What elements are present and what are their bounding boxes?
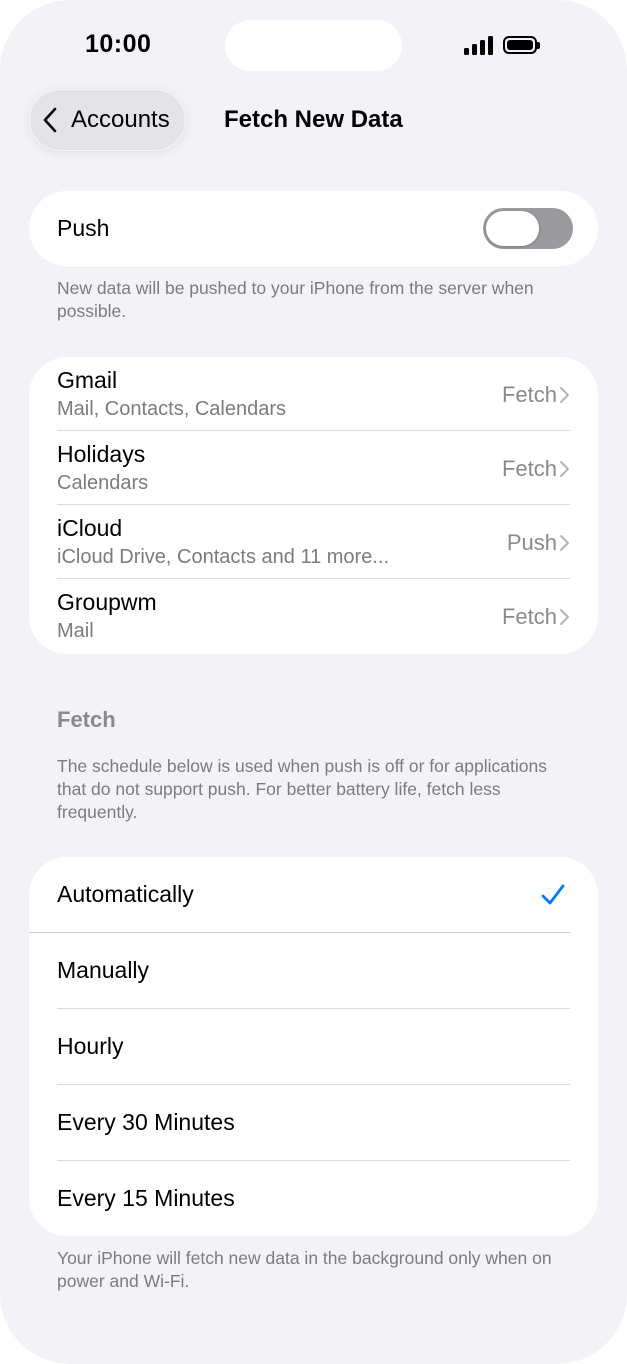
chevron-right-icon xyxy=(560,609,569,625)
account-name: Holidays xyxy=(57,441,146,467)
push-label: Push xyxy=(57,215,110,241)
settings-screen: 10:00 Accounts Fetch New Data Push New d… xyxy=(0,0,627,1364)
schedule-option-label: Automatically xyxy=(57,881,194,907)
account-row-gmail[interactable]: Gmail Mail, Contacts, Calendars Fetch xyxy=(29,357,598,431)
account-mode-label: Fetch xyxy=(501,382,557,407)
schedule-option-every-30-minutes[interactable]: Every 30 Minutes xyxy=(29,1085,598,1161)
push-card: Push xyxy=(29,191,598,266)
push-toggle-knob xyxy=(486,211,539,246)
account-name: Gmail xyxy=(57,367,118,393)
schedule-option-label: Hourly xyxy=(57,1033,124,1059)
schedule-option-automatically[interactable]: Automatically xyxy=(29,857,598,933)
account-fetch-mode: Fetch xyxy=(502,456,570,482)
account-services: Mail, Contacts, Calendars xyxy=(57,398,286,420)
account-row-holidays[interactable]: Holidays Calendars Fetch xyxy=(29,431,598,505)
dynamic-island xyxy=(225,20,402,71)
account-name: Groupwm xyxy=(57,589,157,615)
back-button[interactable]: Accounts xyxy=(29,89,186,151)
fetch-description: The schedule below is used when push is … xyxy=(57,756,547,822)
account-services: iCloud Drive, Contacts and 11 more... xyxy=(57,546,390,568)
account-services: Mail xyxy=(57,620,94,642)
fetch-footer: Your iPhone will fetch new data in the b… xyxy=(57,1248,552,1291)
schedule-option-label: Manually xyxy=(57,957,150,983)
push-toggle[interactable] xyxy=(483,208,573,249)
schedule-option-every-15-minutes[interactable]: Every 15 Minutes xyxy=(29,1161,598,1236)
schedule-option-label: Every 30 Minutes xyxy=(57,1109,235,1135)
accounts-list: Gmail Mail, Contacts, Calendars Fetch Ho… xyxy=(29,357,598,654)
account-fetch-mode: Fetch xyxy=(502,604,570,630)
fetch-section-header: Fetch xyxy=(57,707,116,732)
account-row-icloud[interactable]: iCloud iCloud Drive, Contacts and 11 mor… xyxy=(29,505,598,579)
account-mode-label: Fetch xyxy=(501,604,557,629)
fetch-schedule-list: Automatically Manually Hourly Every 30 M… xyxy=(29,857,598,1236)
account-row-groupwm[interactable]: Groupwm Mail Fetch xyxy=(29,579,598,653)
chevron-right-icon xyxy=(560,461,569,477)
account-name: iCloud xyxy=(57,515,123,541)
account-fetch-mode: Fetch xyxy=(502,382,570,408)
chevron-left-icon xyxy=(43,107,57,133)
chevron-right-icon xyxy=(560,535,569,551)
cellular-signal-icon xyxy=(464,35,493,55)
chevron-right-icon xyxy=(560,387,569,403)
push-footer: New data will be pushed to your iPhone f… xyxy=(57,278,534,321)
account-mode-label: Fetch xyxy=(501,456,557,481)
page-title: Fetch New Data xyxy=(224,106,403,133)
battery-icon xyxy=(503,36,540,54)
schedule-option-manually[interactable]: Manually xyxy=(29,933,598,1009)
back-button-label: Accounts xyxy=(71,106,170,133)
schedule-option-label: Every 15 Minutes xyxy=(57,1185,235,1211)
account-fetch-mode: Push xyxy=(507,530,570,556)
status-time: 10:00 xyxy=(85,30,152,58)
checkmark-icon xyxy=(541,884,565,905)
account-mode-label: Push xyxy=(506,530,557,555)
schedule-option-hourly[interactable]: Hourly xyxy=(29,1009,598,1085)
status-icons xyxy=(464,35,540,55)
account-services: Calendars xyxy=(57,472,149,494)
